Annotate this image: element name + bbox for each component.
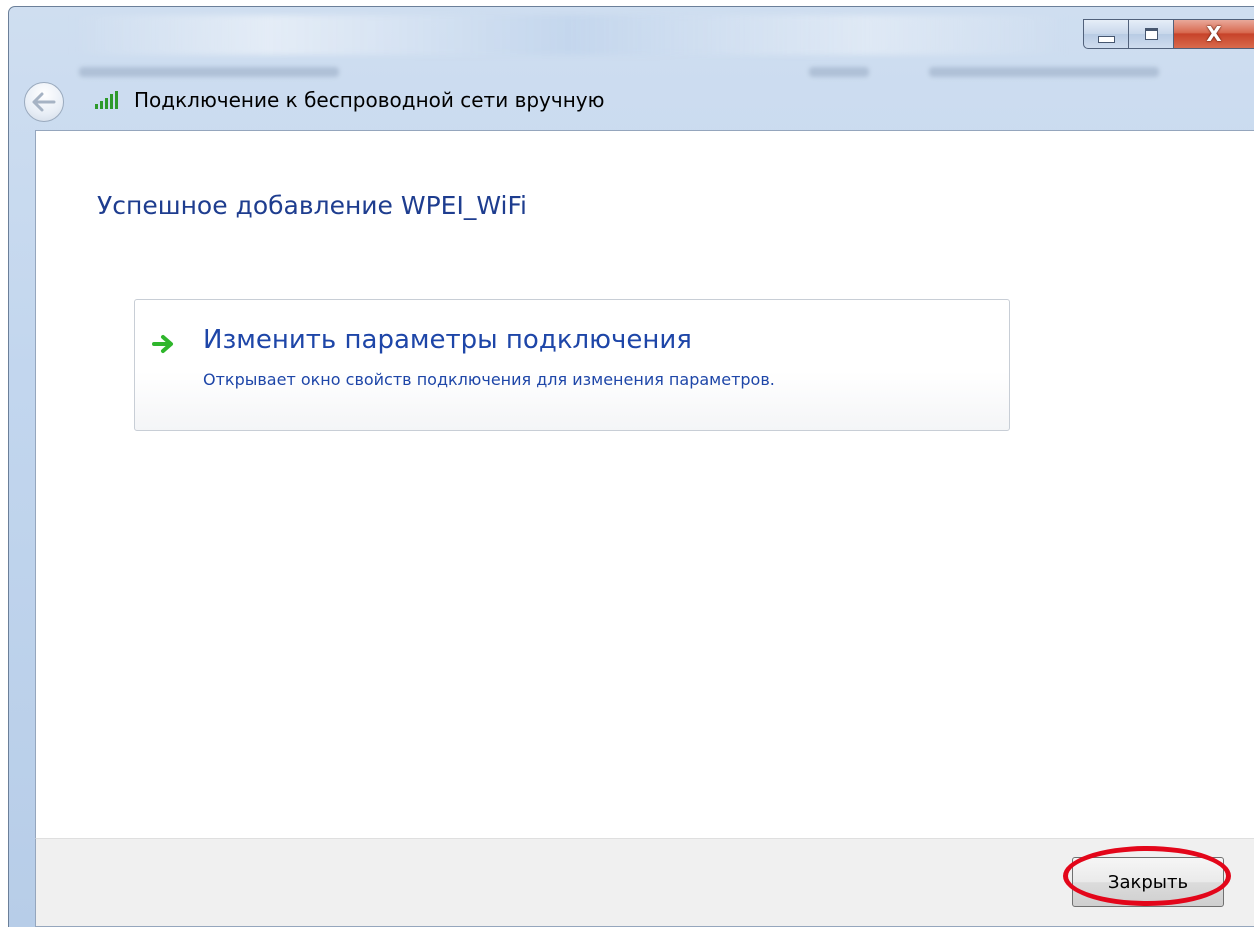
back-button[interactable] <box>24 82 64 122</box>
option-description: Открывает окно свойств подключения для и… <box>203 370 775 389</box>
green-arrow-icon <box>152 335 173 353</box>
blurred-search <box>929 67 1159 77</box>
wizard-title: Подключение к беспроводной сети вручную <box>134 88 605 112</box>
minimize-button[interactable] <box>1083 19 1128 49</box>
close-icon: X <box>1206 22 1222 46</box>
wizard-header: Подключение к беспроводной сети вручную <box>8 78 1254 128</box>
close-button[interactable]: Закрыть <box>1072 857 1224 907</box>
wizard-footer: Закрыть <box>35 838 1254 927</box>
change-connection-settings-option[interactable]: Изменить параметры подключения Открывает… <box>134 299 1010 431</box>
wifi-signal-icon <box>95 91 118 109</box>
success-heading: Успешное добавление WPEI_WiFi <box>97 191 527 220</box>
blurred-toolbar <box>809 67 869 77</box>
caption-buttons: X <box>1083 19 1254 49</box>
minimize-icon <box>1097 35 1115 43</box>
blurred-address-bar <box>79 67 339 77</box>
dialog-window: X Подключение к беспроводной сети вручну… <box>0 0 1254 927</box>
maximize-button[interactable] <box>1128 19 1173 49</box>
back-arrow-icon <box>32 92 56 112</box>
wizard-content: Успешное добавление WPEI_WiFi Изменить п… <box>35 130 1254 838</box>
window-close-button[interactable]: X <box>1173 19 1254 49</box>
option-title: Изменить параметры подключения <box>203 325 692 355</box>
titlebar-glass <box>69 15 1069 55</box>
maximize-icon <box>1144 28 1158 40</box>
